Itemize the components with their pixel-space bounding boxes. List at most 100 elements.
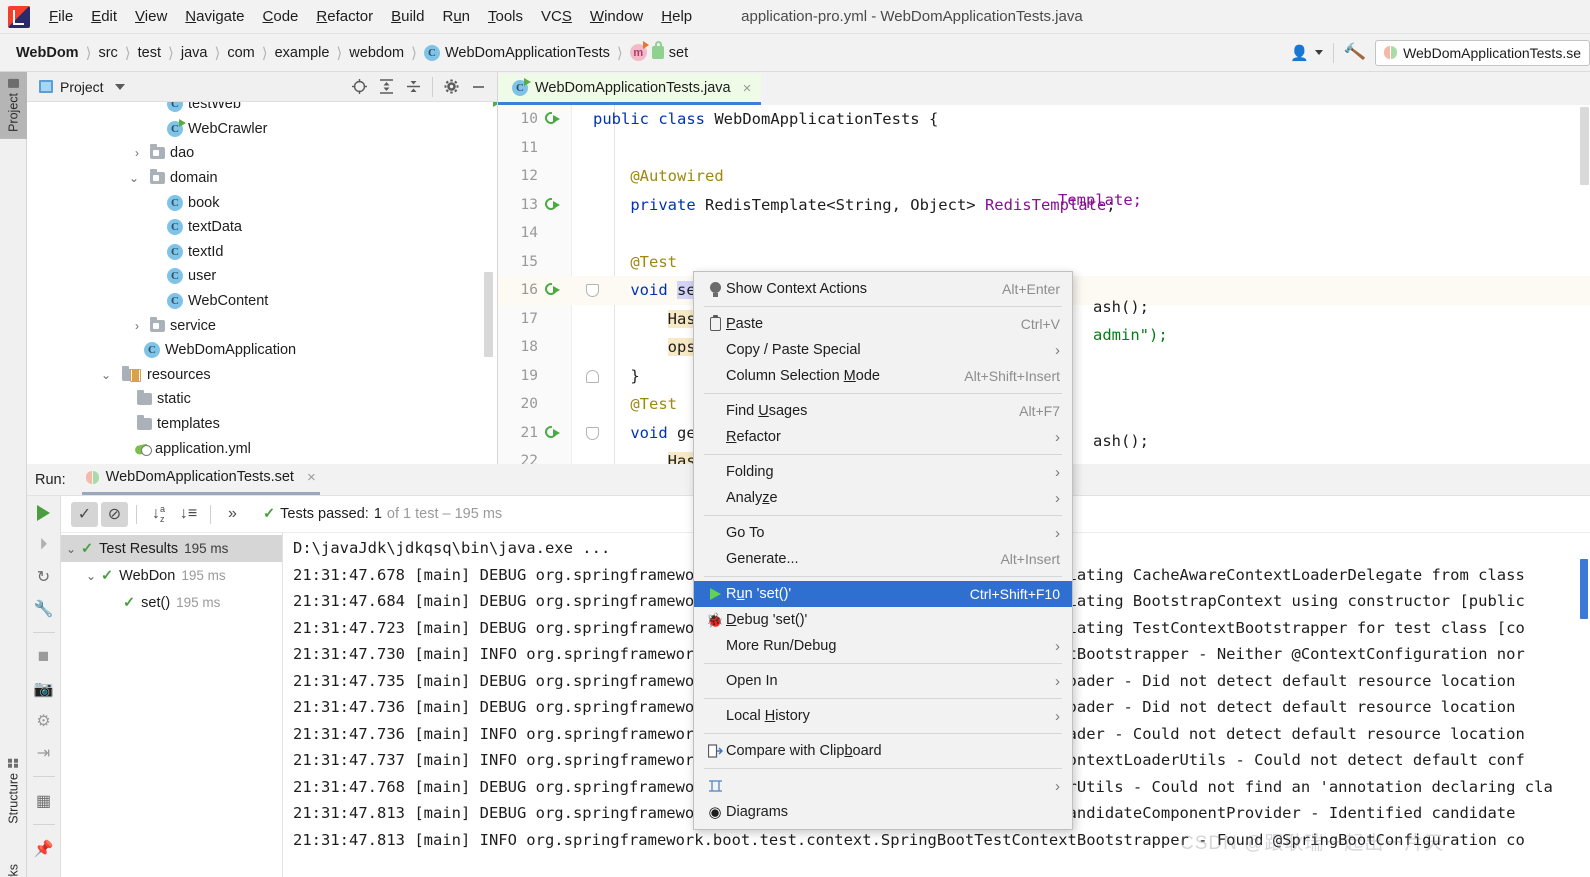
menu-item-diagrams[interactable]: › <box>694 773 1072 799</box>
menu-item-more-run-debug[interactable]: More Run/Debug › <box>694 633 1072 659</box>
menu-item-find-usages[interactable]: Find Usages Alt+F7 <box>694 398 1072 424</box>
tree-item-webdomapplication[interactable]: C WebDomApplication <box>27 338 497 363</box>
tree-item-dao[interactable]: › dao <box>27 141 497 166</box>
menu-refactor[interactable]: Refactor <box>307 5 382 28</box>
tree-item-textdata[interactable]: C textData <box>27 215 497 240</box>
tree-item-service[interactable]: › service <box>27 313 497 338</box>
run-gutter-icon[interactable] <box>542 280 560 298</box>
test-tree-item-set[interactable]: ✓ set() 195 ms <box>61 589 282 616</box>
menu-item-analyze[interactable]: Analyze › <box>694 485 1072 511</box>
settings-wrench-icon[interactable]: 🔧 <box>33 598 54 619</box>
tree-item-resources[interactable]: ⌄ resources <box>27 363 497 388</box>
tree-item-domain[interactable]: ⌄ domain <box>27 166 497 191</box>
rerun-failed-icon[interactable]: ⏵ <box>33 534 54 555</box>
show-passed-button[interactable]: ✓ <box>71 501 98 527</box>
tree-item-webcontent[interactable]: C WebContent <box>27 289 497 314</box>
menu-run[interactable]: Run <box>433 5 479 28</box>
chevron-down-icon[interactable] <box>114 83 125 90</box>
locate-icon[interactable] <box>351 78 368 95</box>
rerun-auto-icon[interactable]: ↻ <box>33 566 54 587</box>
close-icon[interactable]: × <box>307 469 316 486</box>
tree-item-static[interactable]: static <box>27 387 497 412</box>
breadcrumb-item-class[interactable]: C WebDomApplicationTests <box>420 43 614 63</box>
chevron-down-icon[interactable]: ⌄ <box>61 542 81 556</box>
fold-marker-icon[interactable] <box>586 284 599 297</box>
layout-icon[interactable]: ▦ <box>33 790 54 811</box>
fold-marker-icon[interactable] <box>586 426 599 440</box>
menu-help[interactable]: Help <box>652 5 701 28</box>
menu-build[interactable]: Build <box>382 5 433 28</box>
sort-alphabetically-button[interactable]: ↓ a z <box>145 502 172 527</box>
tree-item-application-yml[interactable]: application.yml <box>27 436 497 461</box>
menu-item-open-in[interactable]: Open In › <box>694 668 1072 694</box>
tree-item-user[interactable]: C user <box>27 264 497 289</box>
gear-icon[interactable] <box>443 78 460 95</box>
expand-all-icon[interactable] <box>378 78 395 95</box>
tab-webdomapplicationtests-java[interactable]: C WebDomApplicationTests.java × <box>498 74 762 105</box>
console-scrollbar[interactable] <box>1580 559 1588 619</box>
menu-item-folding[interactable]: Folding › <box>694 459 1072 485</box>
run-gutter-icon[interactable] <box>542 109 560 127</box>
breadcrumb-item-java[interactable]: java <box>177 43 212 63</box>
test-tree-item-test-results[interactable]: ⌄ ✓ Test Results 195 ms <box>61 535 282 562</box>
dump-threads-icon[interactable]: ⚙ <box>33 710 54 731</box>
menu-item-show-context-actions[interactable]: Show Context Actions Alt+Enter <box>694 276 1072 302</box>
breadcrumb-item-test[interactable]: test <box>134 43 165 63</box>
sidebar-item-project[interactable]: Project <box>0 72 27 139</box>
spring-bean-gutter-icon[interactable] <box>542 195 560 213</box>
tree-item-templates[interactable]: templates <box>27 412 497 437</box>
menu-item-debug-set[interactable]: 🐞 Debug 'set()' <box>694 607 1072 633</box>
expand-toolbar-button[interactable]: » <box>219 502 246 527</box>
menu-view[interactable]: View <box>126 5 176 28</box>
menu-window[interactable]: Window <box>581 5 652 28</box>
sort-by-duration-button[interactable]: ↓≡ <box>175 502 202 527</box>
screenshot-icon[interactable]: 📷 <box>33 678 54 699</box>
breadcrumb-item-method[interactable]: m set <box>626 41 692 63</box>
close-icon[interactable]: × <box>743 80 752 97</box>
run-gutter-icon[interactable] <box>542 423 560 441</box>
menu-item-run-set[interactable]: Run 'set()' Ctrl+Shift+F10 <box>694 581 1072 607</box>
menu-navigate[interactable]: Navigate <box>176 5 253 28</box>
tree-item-testweb[interactable]: C testWeb <box>27 102 497 117</box>
menu-item-create-gist[interactable]: ◉ Diagrams <box>694 799 1072 825</box>
chevron-down-icon[interactable]: ⌄ <box>81 569 101 583</box>
export-icon[interactable]: ⇥ <box>33 742 54 763</box>
menu-vcs[interactable]: VCS <box>532 5 581 28</box>
menu-item-generate[interactable]: Generate... Alt+Insert <box>694 546 1072 572</box>
people-icon[interactable]: 👤 <box>1290 44 1323 62</box>
hide-ignored-button[interactable]: ⊘ <box>101 501 128 527</box>
sidebar-item-favorites[interactable]: rks <box>0 857 27 877</box>
menu-item-go-to[interactable]: Go To › <box>694 520 1072 546</box>
menu-item-refactor[interactable]: Refactor › <box>694 424 1072 450</box>
menu-item-paste[interactable]: Paste Ctrl+V <box>694 311 1072 337</box>
project-panel-title[interactable]: Project <box>31 79 125 95</box>
pin-icon[interactable]: 📌 <box>33 838 54 859</box>
breadcrumb-item-src[interactable]: src <box>94 43 121 63</box>
fold-marker-icon[interactable] <box>586 369 599 383</box>
hammer-icon[interactable]: 🔨 <box>1342 41 1366 64</box>
collapse-all-icon[interactable] <box>405 78 422 95</box>
rerun-icon[interactable] <box>33 502 54 523</box>
run-configuration-selector[interactable]: WebDomApplicationTests.se <box>1375 39 1590 66</box>
stop-icon[interactable]: ■ <box>33 646 54 667</box>
editor-scrollbar[interactable] <box>1580 107 1589 185</box>
sidebar-item-structure[interactable]: Structure <box>0 752 27 831</box>
tree-item-textid[interactable]: C textId <box>27 240 497 265</box>
menu-item-copy-paste-special[interactable]: Copy / Paste Special › <box>694 337 1072 363</box>
tab-webdomapplicationtests-set[interactable]: WebDomApplicationTests.set × <box>81 465 320 495</box>
breadcrumb-item-webdom[interactable]: webdom <box>345 43 408 63</box>
menu-item-local-history[interactable]: Local History › <box>694 703 1072 729</box>
menu-file[interactable]: File <box>40 5 82 28</box>
menu-item-column-selection-mode[interactable]: Column Selection Mode Alt+Shift+Insert <box>694 363 1072 389</box>
menu-code[interactable]: Code <box>254 5 308 28</box>
minimize-icon[interactable] <box>470 78 487 95</box>
breadcrumb-item-example[interactable]: example <box>271 43 334 63</box>
project-tree-scrollbar[interactable] <box>484 272 493 357</box>
breadcrumb-item-project[interactable]: WebDom <box>12 43 83 63</box>
menu-tools[interactable]: Tools <box>479 5 532 28</box>
menu-item-compare-with-clipboard[interactable]: Compare with Clipboard <box>694 738 1072 764</box>
test-tree-item-webdom[interactable]: ⌄ ✓ WebDon 195 ms <box>61 562 282 589</box>
tree-item-webcrawler[interactable]: C WebCrawler <box>27 117 497 142</box>
tree-item-book[interactable]: C book <box>27 190 497 215</box>
menu-edit[interactable]: Edit <box>82 5 126 28</box>
